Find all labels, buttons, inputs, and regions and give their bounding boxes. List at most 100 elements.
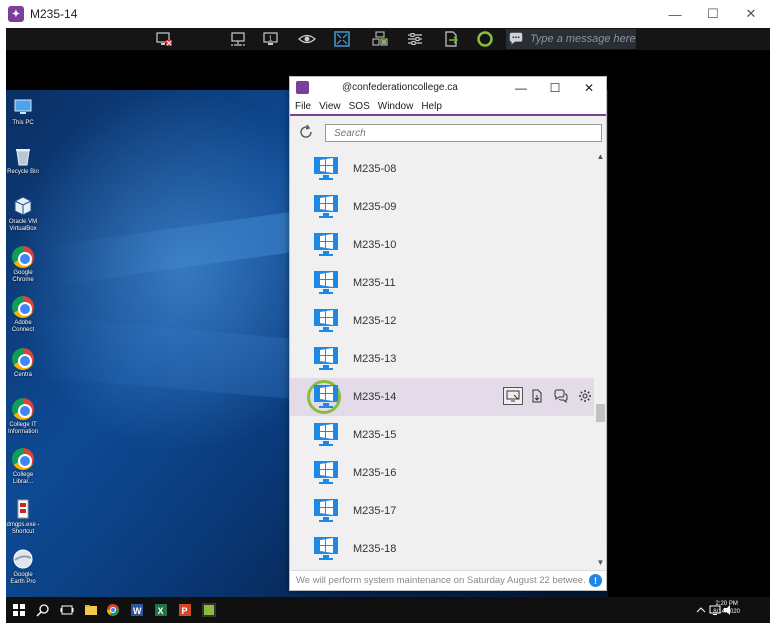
- computer-row[interactable]: M235-09: [290, 188, 594, 226]
- college-library-icon[interactable]: College Librar...: [6, 448, 40, 486]
- computer-icon: [311, 535, 341, 563]
- virtualbox-icon[interactable]: Oracle VM VirtualBox: [6, 195, 40, 233]
- dmgps-icon[interactable]: dmgps.exe - Shortcut: [6, 498, 40, 536]
- adobe-connect-icon[interactable]: Adobe Connect: [6, 296, 40, 334]
- transfer-icon[interactable]: [442, 30, 460, 48]
- search-input[interactable]: [325, 124, 602, 142]
- svg-text:1: 1: [269, 36, 273, 43]
- computer-name: M235-11: [353, 277, 396, 289]
- word-icon[interactable]: W: [130, 603, 144, 617]
- list-scrollbar[interactable]: ▲ ▼: [595, 150, 606, 568]
- computer-name: M235-10: [353, 239, 397, 251]
- remote-toolbar: 1 Type a message here: [6, 28, 770, 50]
- fullscreen-icon[interactable]: [333, 30, 351, 48]
- college-it-icon[interactable]: College IT Information: [6, 398, 40, 436]
- computer-row[interactable]: M235-08: [290, 150, 594, 188]
- computer-icon: [311, 421, 341, 449]
- computer-icon: [311, 345, 341, 373]
- computer-name: M235-13: [353, 353, 397, 365]
- maximize-button[interactable]: ☐: [694, 0, 732, 28]
- info-icon[interactable]: !: [589, 574, 602, 587]
- recycle-bin-icon[interactable]: Recycle Bin: [6, 145, 40, 176]
- this-pc-icon[interactable]: This PC: [6, 96, 40, 127]
- app-maximize-button[interactable]: ☐: [538, 77, 572, 99]
- tray-arrow-icon[interactable]: [694, 603, 708, 617]
- remote-app-taskbar-icon[interactable]: [202, 603, 216, 617]
- app-title: @confederationcollege.ca: [342, 82, 458, 93]
- chrome-taskbar-icon[interactable]: [106, 603, 120, 617]
- computer-row[interactable]: M235-11: [290, 264, 594, 302]
- computer-row[interactable]: M235-15: [290, 416, 594, 454]
- file-explorer-icon[interactable]: [84, 603, 98, 617]
- computer-row[interactable]: M235-18: [290, 530, 594, 568]
- disconnect-screen-icon[interactable]: [155, 30, 173, 48]
- menu-window[interactable]: Window: [378, 101, 414, 112]
- menu-file[interactable]: File: [295, 101, 311, 112]
- view-only-icon[interactable]: [298, 30, 316, 48]
- powerpoint-icon[interactable]: P: [178, 603, 192, 617]
- menu-help[interactable]: Help: [421, 101, 442, 112]
- status-ring-icon[interactable]: [476, 30, 494, 48]
- computer-row[interactable]: M235-13: [290, 340, 594, 378]
- computer-icon: [311, 231, 341, 259]
- app-titlebar: @confederationcollege.ca — ☐ ✕: [290, 77, 606, 99]
- computer-icon: [311, 383, 341, 411]
- svg-text:P: P: [182, 606, 188, 616]
- computer-name: M235-15: [353, 429, 397, 441]
- search-icon[interactable]: [36, 603, 50, 617]
- computer-list: M235-08 M235-09 M235-10 M235-11 M235-12 M235-…: [290, 150, 594, 568]
- app-minimize-button[interactable]: —: [504, 77, 538, 99]
- remote-app-window: @confederationcollege.ca — ☐ ✕ File View…: [289, 76, 607, 591]
- centra-icon[interactable]: Centra: [6, 348, 40, 379]
- computer-row[interactable]: M235-17: [290, 492, 594, 530]
- svg-text:W: W: [133, 606, 142, 616]
- close-button[interactable]: ✕: [732, 0, 770, 28]
- system-clock[interactable]: 2:20 PM 8/14/2020: [713, 600, 740, 616]
- excel-icon[interactable]: X: [154, 603, 168, 617]
- file-transfer-icon[interactable]: [527, 387, 547, 405]
- refresh-icon[interactable]: [298, 124, 314, 140]
- start-icon[interactable]: [12, 603, 26, 617]
- computer-name: M235-17: [353, 505, 397, 517]
- computer-name: M235-12: [353, 315, 397, 327]
- computer-row[interactable]: M235-12: [290, 302, 594, 340]
- window-titlebar: ✦ M235-14 — ☐ ✕: [0, 0, 770, 28]
- computer-row[interactable]: M235-14: [290, 378, 594, 416]
- google-earth-icon[interactable]: Google Earth Pro: [6, 548, 40, 586]
- app-logo-icon: [296, 81, 309, 94]
- app-menubar: File View SOS Window Help: [290, 99, 606, 116]
- computer-row[interactable]: M235-10: [290, 226, 594, 264]
- gear-icon[interactable]: [575, 387, 594, 405]
- remote-control-icon[interactable]: [371, 30, 389, 48]
- scroll-down-arrow-icon[interactable]: ▼: [595, 556, 606, 568]
- computer-row[interactable]: M235-16: [290, 454, 594, 492]
- screen-one-icon[interactable]: 1: [262, 30, 280, 48]
- scroll-thumb[interactable]: [596, 404, 605, 422]
- app-logo-icon: ✦: [8, 6, 24, 22]
- menu-sos[interactable]: SOS: [349, 101, 370, 112]
- clock-date: 8/14/2020: [713, 609, 740, 615]
- search-row: [290, 118, 606, 148]
- task-view-icon[interactable]: [60, 603, 74, 617]
- computer-name: M235-09: [353, 201, 397, 213]
- settings-sliders-icon[interactable]: [406, 30, 424, 48]
- status-message[interactable]: We will perform system maintenance on Sa…: [296, 575, 586, 586]
- chat-icon: [506, 29, 526, 49]
- menu-view[interactable]: View: [319, 101, 341, 112]
- computer-icon: [311, 497, 341, 525]
- computer-icon: [311, 269, 341, 297]
- chrome-icon[interactable]: Google Chrome: [6, 246, 40, 284]
- monitor-select-icon[interactable]: [229, 30, 247, 48]
- window-controls: — ☐ ✕: [656, 0, 770, 28]
- row-actions: [503, 387, 594, 405]
- chat-bubbles-icon[interactable]: [551, 387, 571, 405]
- scroll-up-arrow-icon[interactable]: ▲: [595, 150, 606, 162]
- taskbar: W X P 2:20 PM 8/14/2020: [6, 597, 770, 623]
- computer-icon: [311, 459, 341, 487]
- computer-name: M235-18: [353, 543, 397, 555]
- minimize-button[interactable]: —: [656, 0, 694, 28]
- remote-control-icon[interactable]: [503, 387, 523, 405]
- computer-name: M235-14: [353, 391, 397, 403]
- app-close-button[interactable]: ✕: [572, 77, 606, 99]
- message-input[interactable]: Type a message here: [506, 29, 636, 49]
